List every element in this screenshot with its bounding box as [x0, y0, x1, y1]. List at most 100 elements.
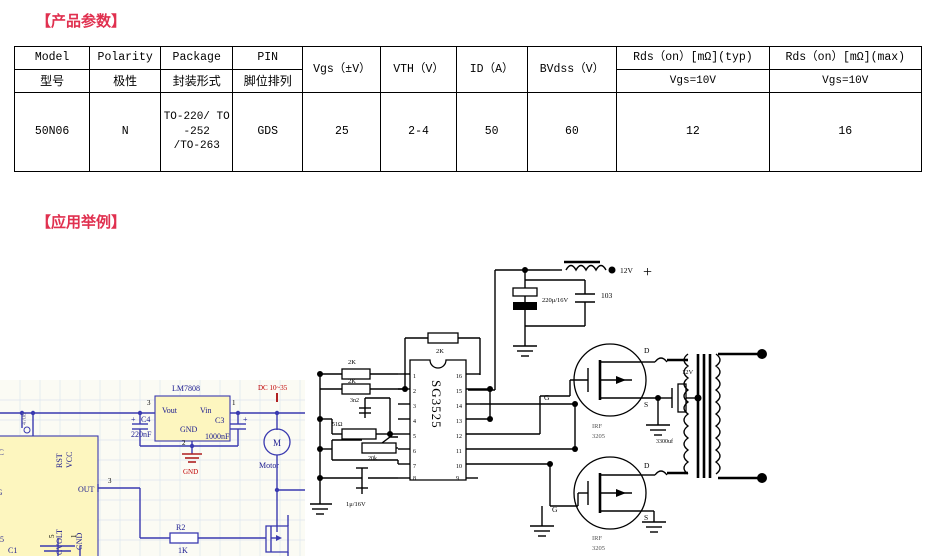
right-ic-pin-16: 16	[456, 374, 462, 380]
left-reg-gnd-pin: GND	[180, 425, 198, 434]
table-row: 50N06 N TO-220/ TO -252 /TO-263 GDS 25 2…	[13, 92, 923, 172]
right-ic-pin-12: 12	[456, 434, 462, 440]
right-ic-pin-6: 6	[413, 449, 416, 455]
th-id: ID（A）	[455, 46, 528, 93]
right-r-20k-label: 20k	[368, 456, 377, 462]
right-mosfet-bottom-part-2: 3205	[592, 545, 605, 552]
left-ic-pin-vcc: VCC	[65, 452, 74, 468]
cell-model: 50N06	[13, 92, 91, 172]
cell-pin: GDS	[232, 92, 304, 172]
th-bvdss: BVdss（V）	[526, 46, 618, 93]
right-ic-pin-1: 1	[413, 374, 416, 380]
right-mosfet-bottom-part-1: IRF	[592, 535, 603, 542]
right-ic-pin-8: 8	[413, 476, 416, 482]
th-polarity-cn: 极性	[89, 69, 162, 93]
left-c4-ref: C4	[141, 415, 150, 424]
right-ic-pin-9: 9	[456, 476, 459, 482]
left-motor-symbol: M	[273, 438, 281, 448]
right-tx-cap-label: 3300uf	[656, 438, 673, 445]
right-r-feedback-label: 2K	[436, 348, 444, 355]
left-c4-value: 220nF	[131, 430, 152, 439]
left-c1-ref: C1	[8, 546, 17, 555]
right-supply-plus: +	[643, 264, 652, 281]
left-c4-plus: +	[131, 415, 136, 424]
right-r-second-label: 2K	[348, 378, 356, 385]
page-title-application-examples: 【应用举例】	[36, 213, 127, 231]
right-ic-pin-4: 4	[413, 419, 416, 425]
page-title-product-params: 【产品参数】	[36, 12, 127, 30]
right-cap-1u-label: 1μ/16V	[346, 501, 366, 508]
package-line-2: -252	[183, 125, 210, 138]
right-ic-pin-15: 15	[456, 389, 462, 395]
right-ic-pin-7: 7	[413, 464, 416, 470]
right-ic-pin-10: 10	[456, 464, 462, 470]
right-r-51ohm-label: 51Ω	[332, 422, 343, 428]
right-ic-pin-2: 2	[413, 389, 416, 395]
left-regulator-label: LM7808	[172, 384, 200, 393]
circuit-diagram-left-555-pwm: 4700 SC IG R 55 RST VCC CVOLT GND OUT 3 …	[0, 380, 305, 556]
package-line-3: /TO-263	[173, 140, 220, 153]
cell-bvdss: 60	[526, 92, 618, 172]
right-cap-103-value: 103	[601, 291, 613, 300]
cell-vth: 2-4	[380, 92, 457, 172]
left-ic-pin-osc: SC	[0, 448, 4, 457]
th-model: Model	[13, 46, 91, 70]
left-ic-pin-trig: IG	[0, 488, 3, 497]
left-c3-plus: +	[243, 415, 248, 424]
right-cap-3n2-label: 3n2	[350, 398, 359, 404]
right-ic-pin-14: 14	[456, 404, 462, 410]
right-supply-label: 12V	[620, 266, 634, 275]
cell-vgs: 25	[302, 92, 382, 172]
th-package-cn: 封装形式	[160, 69, 234, 93]
left-c3-value: 1000nF	[205, 432, 230, 441]
left-pin-gnd2-number: 1	[70, 534, 78, 538]
circuit-diagram-right-sg3525-inverter: 12V + 220μ/16V 103 2K SG3525 1 2 3 4 5 6…	[310, 260, 767, 552]
application-circuits-area: 4700 SC IG R 55 RST VCC CVOLT GND OUT 3 …	[0, 250, 935, 556]
right-mosfet-bottom-drain: D	[644, 461, 650, 470]
th-pin-cn: 脚位排列	[232, 69, 304, 93]
left-ic-pin-rst: RST	[55, 453, 64, 468]
right-mosfet-top-drain: D	[644, 346, 650, 355]
cell-rds-max: 16	[768, 92, 923, 172]
spec-table: Model Polarity Package PIN Vgs（±V） VTH（V…	[13, 46, 923, 172]
left-supply-label: DC 10~35	[258, 384, 288, 392]
left-reg-vin-pin: Vin	[200, 406, 212, 415]
left-pin-vout-number: 3	[147, 399, 151, 407]
left-gnd-label: GND	[183, 468, 198, 476]
left-r2-value: 1K	[178, 546, 188, 555]
right-mosfet-top-gate: G	[544, 393, 550, 402]
right-ic-pin-11: 11	[456, 449, 462, 455]
left-ic-pin-ss: 55	[0, 535, 4, 544]
left-r2-ref: R2	[176, 523, 185, 532]
left-pin-vin-number: 1	[232, 399, 236, 407]
right-mosfet-top-part-2: 3205	[592, 433, 605, 440]
left-c3-ref: C3	[215, 416, 224, 425]
right-r-top-label: 2K	[348, 359, 356, 366]
package-line-1: TO-220/ TO	[163, 110, 230, 123]
th-rds-max-cond: Vgs=10V	[768, 69, 923, 93]
right-ic-pin-5: 5	[413, 434, 416, 440]
left-ic-pin-out: OUT	[78, 485, 95, 494]
table-header-row-en: Model Polarity Package PIN Vgs（±V） VTH（V…	[13, 46, 923, 93]
right-cap-bulk-value: 220μ/16V	[542, 297, 569, 304]
cell-rds-typ: 12	[616, 92, 770, 172]
cell-polarity: N	[89, 92, 162, 172]
th-rds-max: Rds（on）[mΩ](max)	[768, 46, 923, 70]
right-mosfet-top-part-1: IRF	[592, 423, 603, 430]
left-pin-out-number: 3	[108, 477, 112, 485]
cell-package: TO-220/ TO -252 /TO-263	[160, 92, 234, 172]
cell-id: 50	[455, 92, 528, 172]
right-mosfet-bottom-gate: G	[552, 505, 558, 514]
th-vgs: Vgs（±V）	[302, 46, 382, 93]
right-mosfet-top-source: S	[644, 400, 648, 409]
th-package: Package	[160, 46, 234, 70]
left-pin-c1-number: 5	[48, 534, 56, 538]
right-ic-pin-3: 3	[413, 404, 416, 410]
right-ic-label: SG3525	[429, 380, 444, 429]
left-motor-label: Motor	[259, 461, 279, 470]
th-rds-typ: Rds（on）[mΩ](typ)	[616, 46, 770, 70]
left-r1-label: 4700	[22, 413, 28, 425]
th-pin: PIN	[232, 46, 304, 70]
right-mosfet-bottom-source: S	[644, 513, 648, 522]
th-rds-typ-cond: Vgs=10V	[616, 69, 770, 93]
